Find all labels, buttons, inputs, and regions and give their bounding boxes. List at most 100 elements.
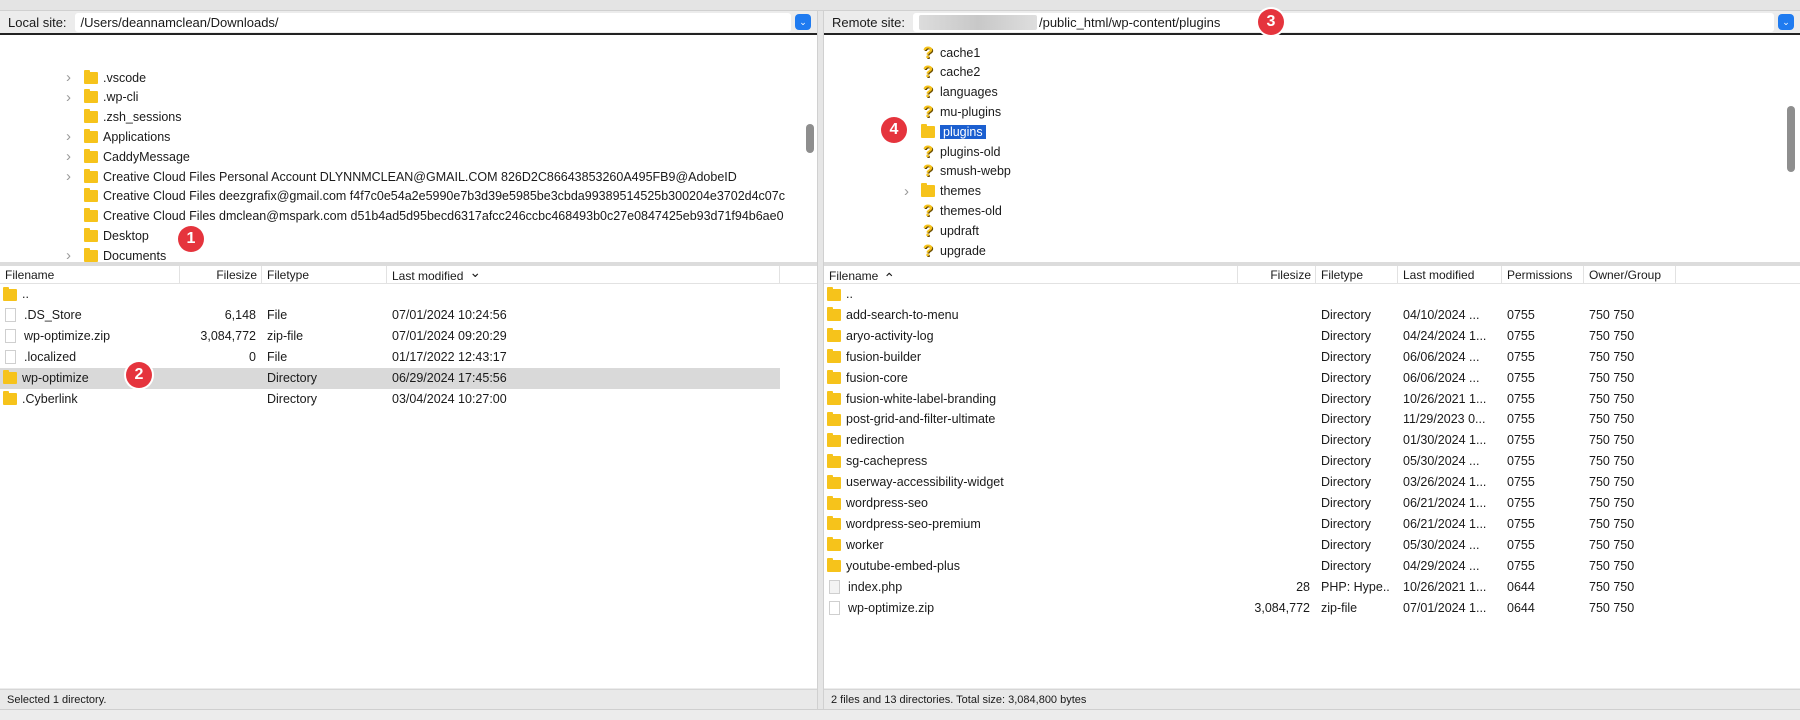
- tree-item[interactable]: ?plugins-old: [921, 142, 1000, 161]
- local-tree-scrollbar[interactable]: [806, 124, 814, 153]
- file-row[interactable]: fusion-coreDirectory06/06/2024 ...075575…: [824, 368, 1800, 389]
- file-name-text: sg-cachepress: [846, 451, 927, 472]
- column-header-permissions[interactable]: Permissions: [1502, 266, 1584, 284]
- tree-item[interactable]: ?smush-webp: [921, 162, 1011, 181]
- file-row[interactable]: wordpress-seoDirectory06/21/2024 1...075…: [824, 493, 1800, 514]
- tree-item[interactable]: ›Documents: [84, 246, 166, 262]
- file-modified: 05/30/2024 ...: [1398, 535, 1502, 556]
- file-row[interactable]: redirectionDirectory01/30/2024 1...07557…: [824, 430, 1800, 451]
- remote-site-path-input[interactable]: /public_html/wp-content/plugins: [913, 13, 1774, 32]
- file-type-text: Directory: [1321, 475, 1371, 489]
- local-directory-tree: ›.vscode›.wp-cli.zsh_sessions›Applicatio…: [0, 35, 817, 262]
- tree-item[interactable]: Creative Cloud Files dmclean@mspark.com …: [84, 207, 784, 226]
- tree-item[interactable]: ?cache1: [921, 43, 980, 62]
- file-name: wp-optimize.zip: [824, 598, 1238, 619]
- file-row[interactable]: fusion-builderDirectory06/06/2024 ...075…: [824, 347, 1800, 368]
- tree-item[interactable]: ?mu-plugins: [921, 102, 1001, 121]
- file-row[interactable]: wp-optimize.zip3,084,772zip-file07/01/20…: [0, 326, 780, 347]
- chevron-right-icon[interactable]: ›: [66, 128, 71, 145]
- file-modified-text: 05/30/2024 ...: [1403, 454, 1479, 468]
- file-row[interactable]: post-grid-and-filter-ultimateDirectory11…: [824, 409, 1800, 430]
- file-row[interactable]: ..: [824, 284, 1800, 305]
- file-row[interactable]: userway-accessibility-widgetDirectory03/…: [824, 472, 1800, 493]
- chevron-right-icon[interactable]: ›: [904, 183, 909, 200]
- file-row[interactable]: .DS_Store6,148File07/01/2024 10:24:56: [0, 305, 780, 326]
- column-header-filetype[interactable]: Filetype: [1316, 266, 1398, 284]
- column-header-owner-group[interactable]: Owner/Group: [1584, 266, 1676, 284]
- file-size: 6,148: [180, 305, 262, 326]
- column-header-filetype[interactable]: Filetype: [262, 266, 387, 284]
- local-site-dropdown-chevron-icon[interactable]: ⌄: [795, 14, 811, 30]
- column-header-last-modified[interactable]: Last modified: [1398, 266, 1502, 284]
- local-site-path-input[interactable]: /Users/deannamclean/Downloads/: [75, 13, 791, 32]
- file-row[interactable]: sg-cachepressDirectory05/30/2024 ...0755…: [824, 451, 1800, 472]
- file-row[interactable]: ..: [0, 284, 780, 305]
- file-owner-text: 750 750: [1589, 475, 1634, 489]
- file-row[interactable]: index.php28PHP: Hype..10/26/2021 1...064…: [824, 577, 1800, 598]
- tree-item[interactable]: ?languages: [921, 83, 998, 102]
- tree-item[interactable]: ›Creative Cloud Files Personal Account D…: [84, 167, 737, 186]
- file-type-text: zip-file: [267, 329, 303, 343]
- file-row[interactable]: wp-optimize.zip3,084,772zip-file07/01/20…: [824, 598, 1800, 619]
- column-header-label: Owner/Group: [1589, 268, 1661, 282]
- file-name-text: add-search-to-menu: [846, 305, 959, 326]
- tree-item[interactable]: ›.vscode: [84, 68, 146, 87]
- file-modified-text: 07/01/2024 1...: [1403, 601, 1486, 615]
- file-perm-text: 0644: [1507, 601, 1535, 615]
- file-name: add-search-to-menu: [824, 305, 1238, 326]
- file-row[interactable]: wordpress-seo-premiumDirectory06/21/2024…: [824, 514, 1800, 535]
- pane-divider[interactable]: [817, 11, 824, 709]
- file-row[interactable]: .CyberlinkDirectory03/04/2024 10:27:00: [0, 389, 780, 410]
- file-owner: 750 750: [1584, 430, 1676, 451]
- tree-item[interactable]: ›.wp-cli: [84, 88, 138, 107]
- file-modified: 10/26/2021 1...: [1398, 577, 1502, 598]
- file-row[interactable]: .localized0File01/17/2022 12:43:17: [0, 347, 780, 368]
- column-header-last-modified[interactable]: Last modified⌄: [387, 266, 780, 284]
- file-owner-text: 750 750: [1589, 433, 1634, 447]
- sort-descending-chevron-icon[interactable]: ⌄: [469, 264, 481, 280]
- folder-icon: [921, 126, 935, 138]
- file-row[interactable]: youtube-embed-plusDirectory04/29/2024 ..…: [824, 556, 1800, 577]
- tree-item[interactable]: ?themes-old: [921, 201, 1002, 220]
- php-file-icon: [829, 580, 840, 594]
- file-name: .localized: [0, 347, 180, 368]
- chevron-right-icon[interactable]: ›: [66, 247, 71, 262]
- tree-item[interactable]: ?cache2: [921, 63, 980, 82]
- file-name: aryo-activity-log: [824, 326, 1238, 347]
- tree-item[interactable]: ?updraft: [921, 221, 979, 240]
- chevron-right-icon[interactable]: ›: [66, 89, 71, 106]
- tree-item[interactable]: plugins: [921, 122, 986, 141]
- file-row[interactable]: add-search-to-menuDirectory04/10/2024 ..…: [824, 305, 1800, 326]
- remote-tree-scrollbar[interactable]: [1787, 106, 1795, 172]
- column-header-filesize[interactable]: Filesize: [180, 266, 262, 284]
- file-type: Directory: [1316, 430, 1398, 451]
- file-row[interactable]: wp-optimizeDirectory06/29/2024 17:45:56: [0, 368, 780, 389]
- file-row[interactable]: fusion-white-label-brandingDirectory10/2…: [824, 389, 1800, 410]
- tree-item[interactable]: Desktop: [84, 226, 149, 245]
- tree-item[interactable]: ›CaddyMessage: [84, 147, 190, 166]
- folder-icon: [3, 372, 17, 384]
- file-name: worker: [824, 535, 1238, 556]
- file-row[interactable]: workerDirectory05/30/2024 ...0755750 750: [824, 535, 1800, 556]
- file-row[interactable]: aryo-activity-logDirectory04/24/2024 1..…: [824, 326, 1800, 347]
- chevron-right-icon[interactable]: ›: [66, 168, 71, 185]
- file-name-text: wordpress-seo-premium: [846, 514, 981, 535]
- column-header-filesize[interactable]: Filesize: [1238, 266, 1316, 284]
- remote-site-dropdown-chevron-icon[interactable]: ⌄: [1778, 14, 1794, 30]
- file-name-text: youtube-embed-plus: [846, 556, 960, 577]
- tree-item[interactable]: Creative Cloud Files deezgrafix@gmail.co…: [84, 187, 785, 206]
- file-size: 28: [1238, 577, 1316, 598]
- tree-item[interactable]: ›themes: [921, 182, 981, 201]
- local-site-bar: Local site: /Users/deannamclean/Download…: [0, 11, 817, 35]
- tree-item[interactable]: ›Applications: [84, 127, 170, 146]
- chevron-right-icon[interactable]: ›: [66, 69, 71, 86]
- file-type-text: Directory: [1321, 329, 1371, 343]
- column-header-filename[interactable]: Filename⌃: [824, 266, 1238, 284]
- file-name-text: worker: [846, 535, 884, 556]
- chevron-right-icon[interactable]: ›: [66, 148, 71, 165]
- file-name-text: fusion-builder: [846, 347, 921, 368]
- file-perm: 0644: [1502, 577, 1584, 598]
- tree-item[interactable]: ?upgrade: [921, 241, 986, 260]
- column-header-filename[interactable]: Filename: [0, 266, 180, 284]
- tree-item[interactable]: .zsh_sessions: [84, 108, 182, 127]
